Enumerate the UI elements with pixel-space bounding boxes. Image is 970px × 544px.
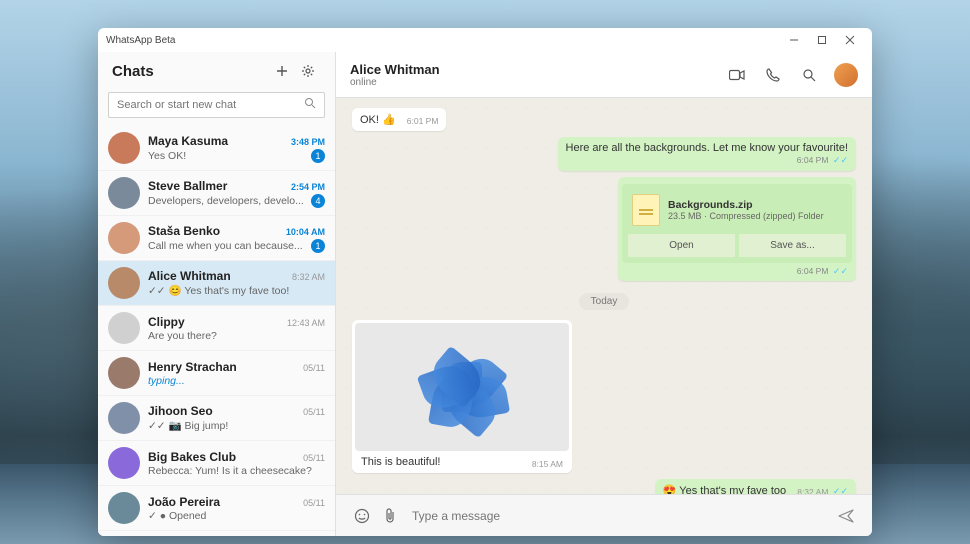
- new-chat-button[interactable]: [269, 58, 295, 84]
- messages-area[interactable]: OK! 👍 6:01 PM Here are all the backgroun…: [336, 98, 872, 494]
- chat-time: 10:04 AM: [286, 227, 325, 237]
- attach-button[interactable]: [376, 502, 404, 530]
- contact-status: online: [350, 77, 716, 88]
- read-ticks-icon: ✓✓: [830, 266, 848, 276]
- chat-list[interactable]: Maya Kasuma 3:48 PM Yes OK! 1 Steve Ball…: [98, 126, 335, 536]
- chat-list-item[interactable]: Alice Whitman 8:32 AM ✓✓ 😊 Yes that's my…: [98, 261, 335, 306]
- chat-time: 05/11: [303, 407, 325, 417]
- attachment-name: Backgrounds.zip: [668, 199, 824, 211]
- conversation-panel: Alice Whitman online OK! 👍 6:01 PM: [336, 52, 872, 536]
- chat-name: Big Bakes Club: [148, 450, 303, 464]
- chat-preview: Developers, developers, develo...: [148, 195, 311, 207]
- incoming-message: OK! 👍 6:01 PM: [352, 108, 446, 131]
- unread-badge: 1: [311, 149, 325, 163]
- search-conversation-button[interactable]: [794, 60, 824, 90]
- save-attachment-button[interactable]: Save as...: [739, 234, 846, 257]
- chat-list-item[interactable]: Clippy 12:43 AM Are you there?: [98, 306, 335, 351]
- chat-time: 05/11: [303, 498, 325, 508]
- chat-list-item[interactable]: Big Bakes Club 05/11 Rebecca: Yum! Is it…: [98, 441, 335, 486]
- avatar: [108, 312, 140, 344]
- chat-name: João Pereira: [148, 495, 303, 509]
- avatar: [108, 267, 140, 299]
- chat-preview: Rebecca: Yum! Is it a cheesecake?: [148, 465, 325, 477]
- chat-name: Jihoon Seo: [148, 404, 303, 418]
- attachment-meta: 23.5 MB · Compressed (zipped) Folder: [668, 211, 824, 221]
- avatar: [108, 357, 140, 389]
- message-input-bar: [336, 494, 872, 536]
- outgoing-message: 😍 Yes that's my fave too 8:32 AM ✓✓: [655, 479, 856, 494]
- chat-preview: Are you there?: [148, 330, 325, 342]
- chat-name: Clippy: [148, 315, 287, 329]
- send-button[interactable]: [832, 502, 860, 530]
- emoji-button[interactable]: [348, 502, 376, 530]
- search-input[interactable]: [117, 99, 304, 111]
- unread-badge: 4: [311, 194, 325, 208]
- search-box[interactable]: [108, 92, 325, 118]
- image-caption: This is beautiful!: [361, 456, 440, 468]
- outgoing-message: Here are all the backgrounds. Let me kno…: [558, 137, 856, 171]
- unread-badge: 1: [311, 239, 325, 253]
- date-divider: Today: [352, 291, 856, 310]
- chat-preview: Call me when you can because...: [148, 240, 311, 252]
- app-window: WhatsApp Beta Chats Maya Kasuma 3:4: [98, 28, 872, 536]
- chat-name: Alice Whitman: [148, 269, 292, 283]
- chats-title: Chats: [112, 63, 269, 80]
- app-title: WhatsApp Beta: [106, 35, 175, 46]
- avatar: [108, 222, 140, 254]
- chat-list-item[interactable]: João Pereira 05/11 ✓ ● Opened: [98, 486, 335, 531]
- conversation-header: Alice Whitman online: [336, 52, 872, 98]
- chat-time: 05/11: [303, 363, 325, 373]
- message-input[interactable]: [412, 509, 824, 523]
- chat-preview: typing...: [148, 375, 325, 387]
- chat-name: Steve Ballmer: [148, 179, 291, 193]
- attachment-message: Backgrounds.zip 23.5 MB · Compressed (zi…: [618, 177, 856, 281]
- chat-preview: ✓✓ 📷 Big jump!: [148, 419, 325, 432]
- chat-list-item[interactable]: Staša Benko 10:04 AM Call me when you ca…: [98, 216, 335, 261]
- chat-preview: ✓ ● Opened: [148, 510, 325, 522]
- chat-list-item[interactable]: Maya Kasuma 3:48 PM Yes OK! 1: [98, 126, 335, 171]
- close-button[interactable]: [836, 30, 864, 50]
- read-ticks-icon: ✓✓: [830, 486, 848, 494]
- avatar: [108, 492, 140, 524]
- search-icon: [304, 96, 316, 114]
- avatar: [108, 402, 140, 434]
- open-attachment-button[interactable]: Open: [628, 234, 735, 257]
- chat-name: Henry Strachan: [148, 360, 303, 374]
- sidebar: Chats Maya Kasuma 3:48 PM Yes OK! 1: [98, 52, 336, 536]
- maximize-button[interactable]: [808, 30, 836, 50]
- titlebar: WhatsApp Beta: [98, 28, 872, 52]
- voice-call-button[interactable]: [758, 60, 788, 90]
- settings-button[interactable]: [295, 58, 321, 84]
- contact-avatar[interactable]: [834, 63, 858, 87]
- contact-name: Alice Whitman: [350, 62, 716, 77]
- read-ticks-icon: ✓✓: [830, 155, 848, 165]
- zip-file-icon: [632, 194, 660, 226]
- chat-preview: ✓✓ 😊 Yes that's my fave too!: [148, 284, 325, 297]
- chat-list-item[interactable]: Marty Yates 04/11: [98, 531, 335, 536]
- minimize-button[interactable]: [780, 30, 808, 50]
- chat-list-item[interactable]: Jihoon Seo 05/11 ✓✓ 📷 Big jump!: [98, 396, 335, 441]
- chat-list-item[interactable]: Steve Ballmer 2:54 PM Developers, develo…: [98, 171, 335, 216]
- avatar: [108, 177, 140, 209]
- image-thumbnail[interactable]: [355, 323, 569, 451]
- chat-time: 2:54 PM: [291, 182, 325, 192]
- chat-time: 8:32 AM: [292, 272, 325, 282]
- incoming-image-message[interactable]: This is beautiful! 8:15 AM: [352, 320, 572, 473]
- chat-time: 05/11: [303, 453, 325, 463]
- video-call-button[interactable]: [722, 60, 752, 90]
- avatar: [108, 132, 140, 164]
- chat-time: 12:43 AM: [287, 318, 325, 328]
- avatar: [108, 447, 140, 479]
- chat-name: Staša Benko: [148, 224, 286, 238]
- chat-name: Maya Kasuma: [148, 134, 291, 148]
- chat-time: 3:48 PM: [291, 137, 325, 147]
- chat-list-item[interactable]: Henry Strachan 05/11 typing...: [98, 351, 335, 396]
- chat-preview: Yes OK!: [148, 150, 311, 162]
